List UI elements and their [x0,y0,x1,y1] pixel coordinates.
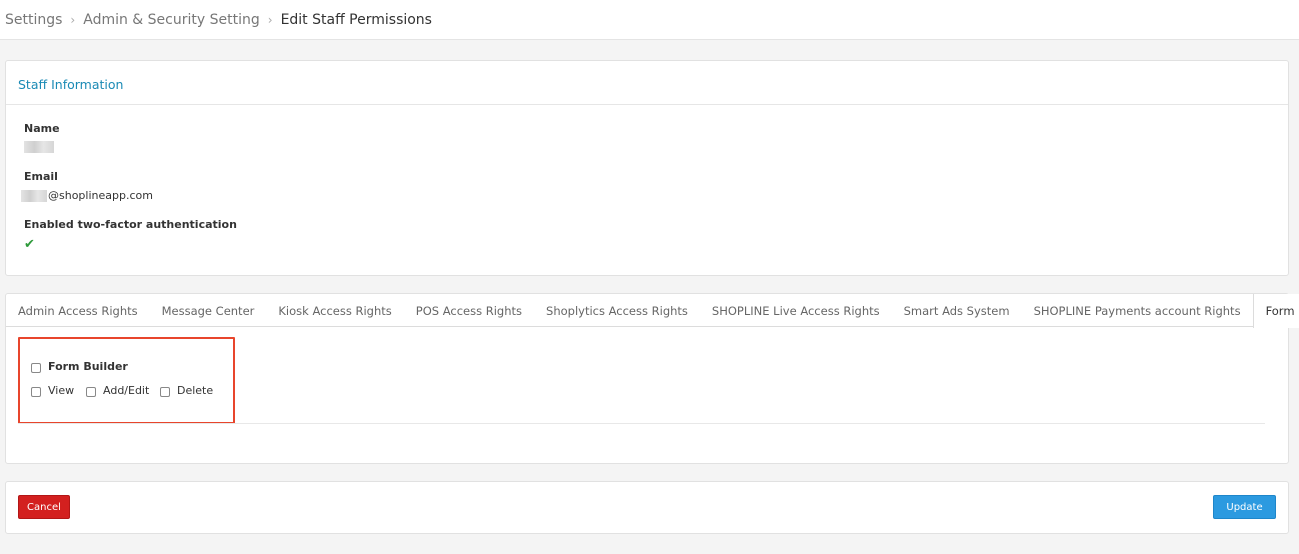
staff-information-panel: Staff Information Name Email @shoplineap… [5,60,1289,276]
actions-panel: Cancel Update [5,481,1289,534]
tab-message-center[interactable]: Message Center [150,294,267,327]
breadcrumb-current: Edit Staff Permissions [280,11,432,28]
cancel-button[interactable]: Cancel [18,495,70,519]
tab-admin-access-rights[interactable]: Admin Access Rights [6,294,150,327]
name-label: Name [24,122,60,135]
view-label: View [48,384,75,397]
update-button[interactable]: Update [1213,495,1276,519]
breadcrumb-admin-security[interactable]: Admin & Security Setting [83,12,260,28]
email-domain: @shoplineapp.com [48,189,153,202]
divider [18,423,1265,424]
staff-information-title: Staff Information [6,61,1288,105]
delete-label: Delete [177,384,214,397]
form-builder-group-label: Form Builder [48,360,128,373]
email-label: Email [24,170,58,183]
tab-smart-ads-system[interactable]: Smart Ads System [892,294,1022,327]
check-icon: ✔ [24,237,35,252]
tab-pos-access-rights[interactable]: POS Access Rights [404,294,534,327]
highlight-annotation [18,337,235,424]
chevron-right-icon: › [70,12,76,27]
delete-checkbox[interactable] [160,387,170,397]
permissions-panel: Admin Access Rights Message Center Kiosk… [5,293,1299,464]
tab-kiosk-access-rights[interactable]: Kiosk Access Rights [266,294,403,327]
add-edit-label: Add/Edit [103,384,150,397]
two-factor-label: Enabled two-factor authentication [24,218,237,231]
redacted-name [24,141,54,153]
form-builder-checkbox[interactable] [31,363,41,373]
tab-shopline-live-access-rights[interactable]: SHOPLINE Live Access Rights [700,294,892,327]
tab-shopline-payments-account-rights[interactable]: SHOPLINE Payments account Rights [1022,294,1253,327]
view-checkbox[interactable] [31,387,41,397]
redacted-email-user [21,189,47,202]
tab-shoplytics-access-rights[interactable]: Shoplytics Access Rights [534,294,700,327]
permission-tabs: Admin Access Rights Message Center Kiosk… [6,294,1299,328]
breadcrumb-settings[interactable]: Settings [5,12,62,28]
name-value [24,141,54,153]
email-value: @shoplineapp.com [21,189,153,202]
add-edit-checkbox[interactable] [86,387,96,397]
chevron-right-icon: › [267,12,273,27]
breadcrumb: Settings › Admin & Security Setting › Ed… [0,0,1299,40]
tab-form-builder[interactable]: Form Builder [1252,294,1299,328]
